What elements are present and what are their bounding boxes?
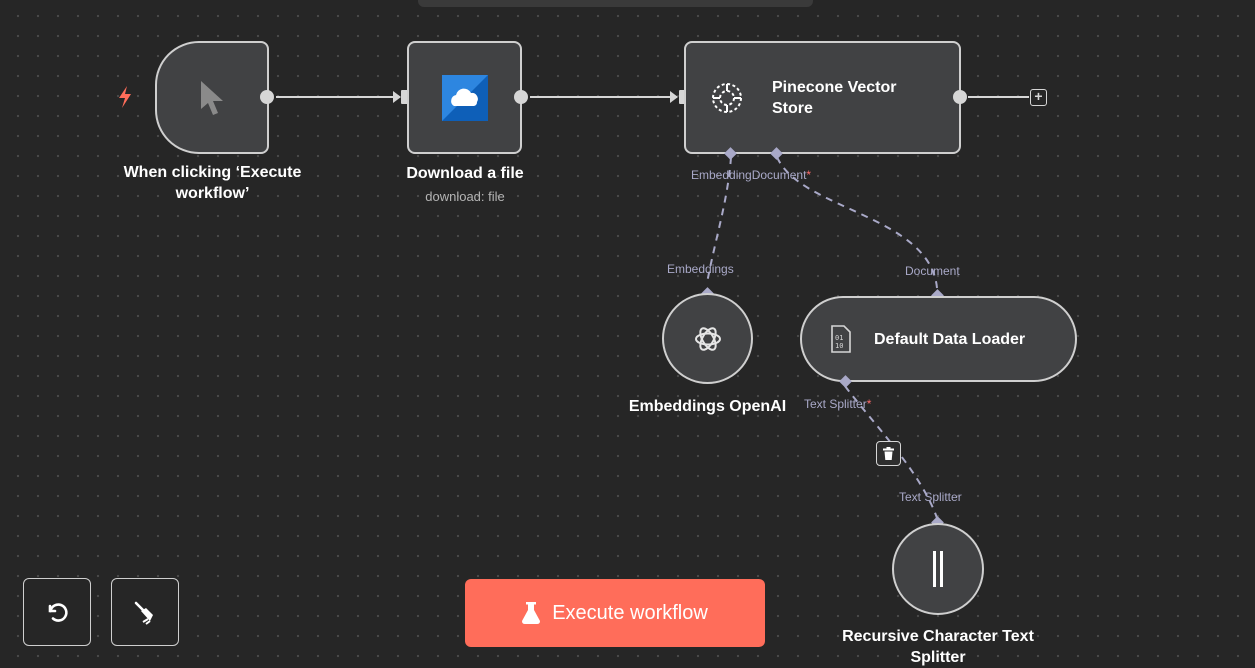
manual-trigger-node[interactable] [155,41,269,154]
embedding-port-label: Embedding [691,168,752,182]
arrow-head [670,91,678,103]
text-splitter-icon [931,551,945,587]
binary-file-icon: 01 10 [830,325,852,353]
onedrive-icon [441,74,488,121]
bolt-icon [118,86,132,108]
arrow-head [393,91,401,103]
pinecone-vector-store-node[interactable]: Pinecone Vector Store [684,41,961,154]
trigger-output-handle[interactable] [260,90,274,104]
undo-icon [45,600,69,624]
download-output-handle[interactable] [514,90,528,104]
trash-icon [883,447,894,460]
svg-text:01: 01 [835,334,843,342]
splitter-title: Recursive Character Text Splitter [842,628,1034,666]
loader-title: Default Data Loader [874,330,1026,348]
svg-text:10: 10 [835,342,843,350]
embeddings-openai-node[interactable] [662,293,753,384]
loader-port-label: Document [905,264,960,278]
recursive-text-splitter-node[interactable] [892,523,984,615]
default-data-loader-node[interactable]: 01 10 Default Data Loader [800,296,1077,382]
pinecone-icon [710,81,744,115]
required-marker: * [866,397,872,411]
undo-button[interactable] [23,578,91,646]
download-subtitle: download: file [425,189,505,204]
trigger-title: When clicking ‘Execute workflow’ [123,164,302,202]
download-file-node[interactable] [407,41,522,154]
pinecone-port-labels: EmbeddingDocument* [691,168,811,182]
cursor-icon [199,79,225,117]
download-title: Download a file [406,165,524,182]
tidy-up-button[interactable] [111,578,179,646]
loader-text-splitter-label: Text Splitter* [804,397,871,411]
add-node-button[interactable]: + [1030,89,1047,106]
execute-workflow-label: Execute workflow [552,601,708,624]
execute-workflow-button[interactable]: Execute workflow [465,579,765,647]
text-splitter-input-label: Text Splitter [804,397,867,411]
document-port-label: Document [751,168,807,182]
pinecone-output-handle[interactable] [953,90,967,104]
pinecone-title: Pinecone Vector Store [772,78,897,117]
embeddings-title: Embeddings OpenAI [628,398,787,415]
delete-connection-button[interactable] [876,441,901,466]
embeddings-port-label: Embeddings [667,262,734,276]
splitter-port-label: Text Splitter [899,490,962,504]
broom-icon [132,599,158,625]
openai-icon [692,323,724,355]
required-marker: * [806,168,812,182]
flask-icon [522,602,541,624]
